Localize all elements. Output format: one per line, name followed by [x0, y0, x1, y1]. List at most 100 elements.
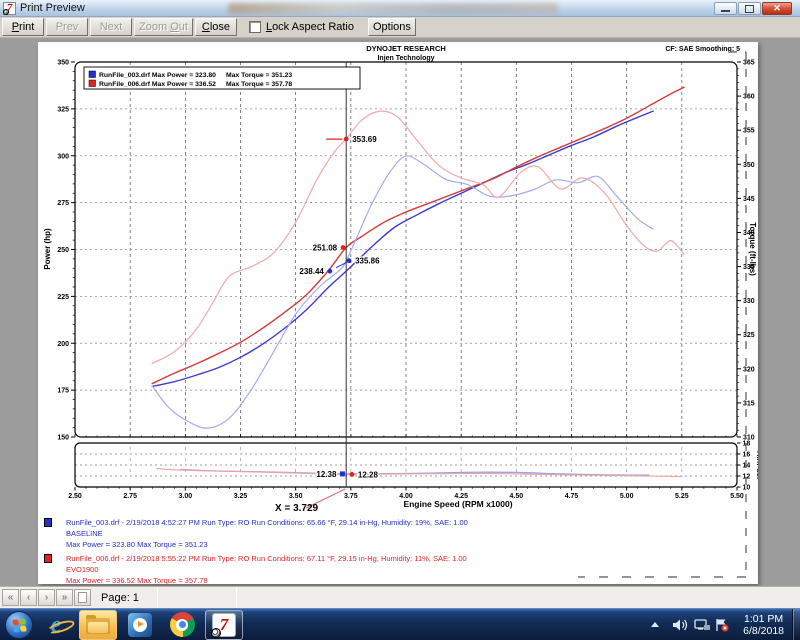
winpep-app-icon: 7 [3, 2, 16, 15]
run-info-swatch [44, 554, 52, 563]
close-preview-button[interactable]: Close [195, 18, 237, 36]
run-info-line: EVO1900 [66, 564, 752, 575]
page-layout-button[interactable] [74, 589, 91, 606]
lock-aspect-ratio-checkbox[interactable] [249, 21, 261, 33]
power-tick-label: 250 [57, 247, 69, 254]
tray-icons [645, 614, 733, 636]
x-tick-label: 5.00 [620, 493, 634, 500]
preview-status-bar: « ‹ › » Page: 1 [0, 586, 800, 608]
windows-flag-icon [12, 618, 26, 632]
prev-page-nav-button[interactable]: ‹ [20, 589, 37, 606]
taskbar-media-player[interactable] [121, 610, 159, 640]
torque-tick-label: 320 [743, 366, 755, 373]
chart-gridlines [75, 62, 737, 476]
run-info-swatch [44, 518, 52, 527]
chart-titles: DYNOJET RESEARCH Injen Technology CF: SAE … [43, 44, 758, 509]
legend-entry: Max Torque = 357.78 [226, 81, 292, 88]
power-tick-label: 200 [57, 341, 69, 348]
curve-runfile-006-air-fuel [157, 469, 682, 477]
maximize-button[interactable] [738, 2, 761, 15]
annotation-marker [340, 471, 345, 476]
torque-tick-label: 345 [743, 196, 755, 203]
options-button[interactable]: Options [368, 18, 416, 36]
network-icon[interactable] [695, 620, 710, 630]
taskbar-winpep[interactable]: 7 [205, 610, 243, 640]
dyno-chart: 3503253002752502252001751503653603553503… [38, 42, 758, 584]
run-info-line: RunFile_003.drf - 2/19/2018 4:52:27 PM R… [66, 517, 752, 528]
run-info-line: BASELINE [66, 528, 752, 539]
cursor-x-note: X = 3.729 [275, 503, 347, 511]
value-annotations: 353.69251.08335.86238.4412.3812.28 [299, 135, 380, 479]
annotation-label: 335.86 [355, 257, 380, 266]
power-tick-label: 325 [57, 106, 69, 113]
correction-smoothing-note: CF: SAE Smoothing: 5 [665, 46, 740, 53]
first-page-button[interactable]: « [2, 589, 19, 606]
torque-tick-label: 350 [743, 162, 755, 169]
minimize-icon [721, 9, 730, 12]
legend-entry: Max Torque = 351.23 [226, 72, 292, 79]
power-tick-label: 175 [57, 388, 69, 395]
taskbar-internet-explorer[interactable]: e [37, 610, 75, 640]
annotation-marker [344, 137, 349, 142]
page-icon [78, 592, 87, 603]
taskbar-windows-explorer[interactable] [79, 610, 117, 640]
internet-explorer-icon: e [51, 613, 62, 637]
x-tick-label: 2.50 [68, 493, 82, 500]
minimize-button[interactable] [714, 2, 737, 15]
title-bar[interactable]: 7 Print Preview ✕ [0, 0, 800, 17]
x-tick-label: 5.50 [730, 493, 744, 500]
x-tick-label: 2.75 [123, 493, 137, 500]
lock-aspect-ratio-label: Lock Aspect Ratio [266, 21, 354, 33]
torque-tick-label: 355 [743, 128, 755, 135]
next-page-nav-button[interactable]: › [38, 589, 55, 606]
winpep-7-icon: 7 [212, 613, 236, 637]
clock-time: 1:01 PM [743, 613, 784, 625]
x-tick-label: 3.50 [289, 493, 303, 500]
x-tick-label: 4.75 [565, 493, 579, 500]
zoom-out-button[interactable]: Zoom Out [134, 18, 193, 36]
run-info-entry: RunFile_003.drf - 2/19/2018 4:52:27 PM R… [44, 517, 752, 550]
af-tick-label: 10 [743, 485, 751, 492]
x-tick-label: 3.75 [344, 493, 358, 500]
tray-expand-icon[interactable] [651, 622, 659, 627]
windows-taskbar: e 7 [0, 608, 800, 640]
start-button[interactable] [5, 611, 33, 639]
run-info-line: RunFile_006.drf - 2/19/2018 5:55:22 PM R… [66, 553, 752, 564]
taskbar-chrome[interactable] [163, 610, 201, 640]
run-info-line: Max Power = 323.80 Max Torque = 351.23 [66, 539, 752, 550]
next-page-button[interactable]: Next [90, 18, 132, 36]
annotation-label: 12.38 [316, 470, 337, 479]
chart-subtitle: Injen Technology [377, 55, 434, 62]
run-info-entry: RunFile_006.drf - 2/19/2018 5:55:22 PM R… [44, 553, 752, 586]
power-axis-title: Power (hp) [43, 228, 52, 270]
window-title: Print Preview [20, 2, 85, 14]
chart-title: DYNOJET RESEARCH [366, 44, 446, 53]
system-tray: 1:01 PM 6/8/2018 [645, 609, 800, 640]
annotation-marker [350, 472, 355, 477]
statusbar-divider [236, 587, 237, 608]
torque-tick-label: 365 [743, 60, 755, 67]
close-window-button[interactable]: ✕ [762, 2, 792, 15]
annotation-label: 12.28 [358, 470, 379, 479]
run-info-line: Max Power = 336.52 Max Torque = 357.78 [66, 575, 752, 586]
taskbar-clock[interactable]: 1:01 PM 6/8/2018 [743, 613, 784, 637]
report-page: 3503253002752502252001751503653603553503… [38, 42, 758, 584]
power-tick-label: 150 [57, 435, 69, 442]
screen: 7 Print Preview ✕ Print Prev Next Zoom O… [0, 0, 800, 640]
prev-page-button[interactable]: Prev [46, 18, 88, 36]
soccer-ball-icon [211, 628, 221, 638]
show-desktop-button[interactable] [792, 609, 800, 640]
action-center-flag-icon[interactable] [717, 619, 729, 632]
print-preview-toolbar: Print Prev Next Zoom Out Close Lock Aspe… [0, 17, 800, 38]
power-tick-label: 350 [57, 60, 69, 67]
annotation-marker [327, 269, 332, 274]
run-info-block: RunFile_003.drf - 2/19/2018 4:52:27 PM R… [44, 517, 752, 586]
soccer-ball-icon [3, 9, 9, 15]
last-page-button[interactable]: » [56, 589, 73, 606]
chart-legend: RunFile_003.drf Max Power = 323.80Max To… [84, 67, 360, 89]
maximize-icon [745, 5, 754, 13]
x-tick-label: 5.25 [675, 493, 689, 500]
volume-icon[interactable] [673, 619, 687, 630]
print-button[interactable]: Print [2, 18, 44, 36]
af-axis-title: Air/Fuel [755, 451, 758, 479]
